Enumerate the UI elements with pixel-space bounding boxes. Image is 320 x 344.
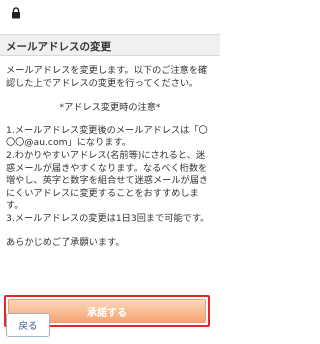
page-title: メールアドレスの変更 bbox=[6, 41, 111, 53]
lock-icon bbox=[12, 7, 20, 19]
notice-content: メールアドレスを変更します。以下のご注意を確認した上でアドレスの変更を行ってくだ… bbox=[6, 65, 214, 249]
note-item-1: 1.メールアドレス変更後のメールアドレスは「〇〇〇@au.com」になります。 bbox=[6, 124, 208, 149]
back-button[interactable]: 戻る bbox=[6, 313, 50, 337]
notice-title: *アドレス変更時の注意* bbox=[59, 102, 161, 114]
note-item-3: 3.メールアドレスの変更は1日3回まで可能です。 bbox=[6, 212, 210, 224]
note-item-2: 2.わかりやすいアドレス(名前等)にされると、迷惑メールが届きやすくなります。な… bbox=[6, 149, 209, 212]
closing-text: あらかじめご了承願います。 bbox=[6, 236, 125, 248]
status-bar bbox=[0, 0, 220, 22]
intro-text: メールアドレスを変更します。以下のご注意を確認した上でアドレスの変更を行ってくだ… bbox=[6, 65, 208, 89]
section-header: メールアドレスの変更 bbox=[0, 34, 220, 56]
